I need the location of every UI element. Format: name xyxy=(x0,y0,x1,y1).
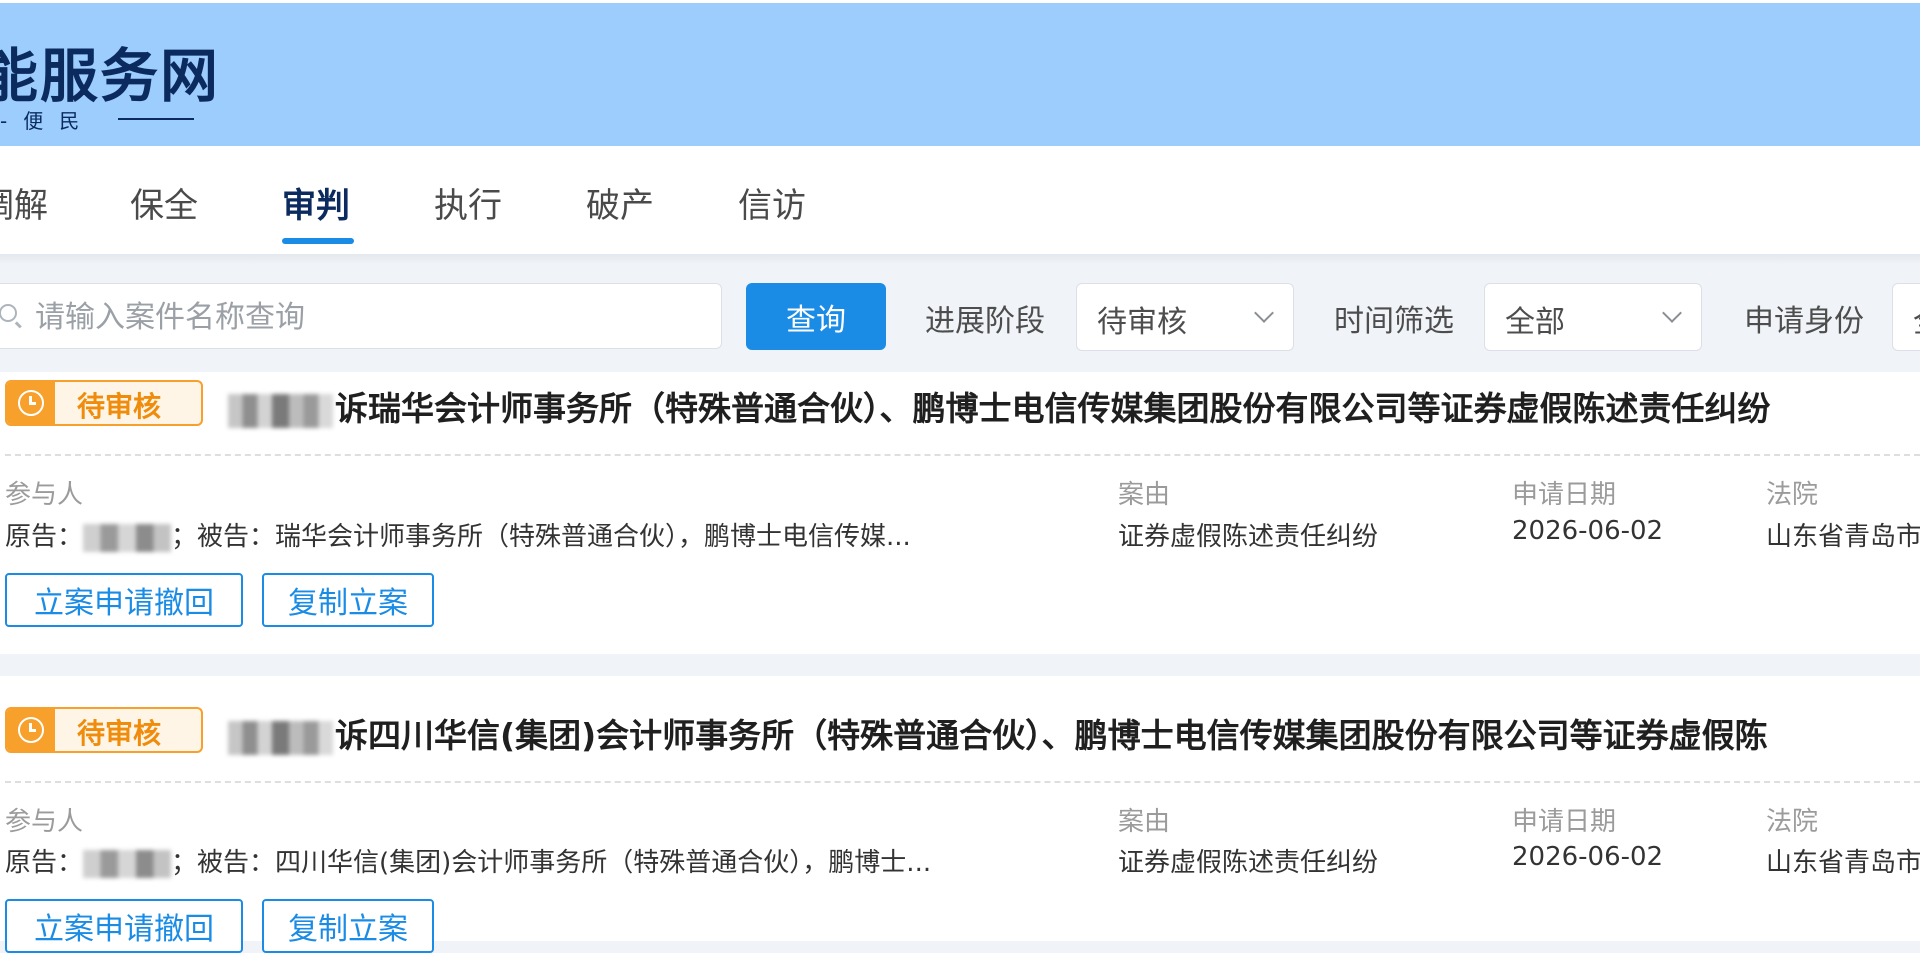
case-title-text: 诉四川华信(集团)会计师事务所（特殊普通合伙）、鹏博士电信传媒集团股份有限公司等… xyxy=(335,716,1768,755)
court-value: 山东省青岛市 xyxy=(1766,848,1920,878)
active-tab-indicator xyxy=(282,238,354,244)
tab-execution[interactable]: 执行 xyxy=(434,178,502,227)
clock-icon xyxy=(18,717,44,743)
status-badge-label: 待审核 xyxy=(77,717,162,750)
logo-subtitle-lead: - xyxy=(0,109,24,133)
copy-filing-button[interactable]: 复制立案 xyxy=(262,899,434,953)
participants-value: 原告： ；被告：瑞华会计师事务所（特殊普通合伙），鹏博士电信传媒... xyxy=(5,516,911,553)
copy-filing-button[interactable]: 复制立案 xyxy=(262,573,434,627)
cause-label: 案由 xyxy=(1118,480,1171,510)
withdraw-filing-button[interactable]: 立案申请撤回 xyxy=(5,899,243,953)
participants-value: 原告： ；被告：四川华信(集团)会计师事务所（特殊普通合伙），鹏博士... xyxy=(5,842,931,879)
redacted-plaintiff xyxy=(83,849,172,878)
defendant-text: ；被告：四川华信(集团)会计师事务所（特殊普通合伙），鹏博士... xyxy=(171,848,932,878)
court-label: 法院 xyxy=(1766,480,1819,510)
logo-subtitle: -便民 xyxy=(0,105,95,134)
identity-filter-label: 申请身份 xyxy=(1744,304,1864,339)
identity-select-value: 全 xyxy=(1913,297,1920,341)
cause-value: 证券虚假陈述责任纠纷 xyxy=(1118,522,1379,552)
stage-filter-label: 进展阶段 xyxy=(925,304,1045,339)
date-label: 申请日期 xyxy=(1512,807,1617,837)
search-box[interactable] xyxy=(0,283,722,349)
participants-label: 参与人 xyxy=(5,807,84,837)
main-nav: 调解 保全 审判 执行 破产 信访 xyxy=(0,146,1920,254)
status-badge-label: 待审核 xyxy=(77,390,162,423)
withdraw-filing-button[interactable]: 立案申请撤回 xyxy=(5,573,243,627)
chevron-down-icon xyxy=(1254,303,1274,323)
case-title[interactable]: 诉四川华信(集团)会计师事务所（特殊普通合伙）、鹏博士电信传媒集团股份有限公司等… xyxy=(228,709,1768,757)
query-button[interactable]: 查询 xyxy=(746,283,886,350)
redacted-name xyxy=(228,720,333,755)
court-label: 法院 xyxy=(1766,807,1819,837)
defendant-text: ；被告：瑞华会计师事务所（特殊普通合伙），鹏博士电信传媒... xyxy=(171,522,911,552)
time-filter-label: 时间筛选 xyxy=(1334,304,1454,339)
nav-shadow xyxy=(0,254,1920,264)
logo-title: 能服务网 xyxy=(0,42,221,110)
chevron-down-icon xyxy=(1662,303,1682,323)
redacted-name xyxy=(228,393,333,428)
tab-trial[interactable]: 审判 xyxy=(282,178,350,227)
case-title-text: 诉瑞华会计师事务所（特殊普通合伙）、鹏博士电信传媒集团股份有限公司等证券虚假陈述… xyxy=(335,389,1771,428)
stage-select[interactable]: 待审核 xyxy=(1076,283,1294,351)
badge-icon-box xyxy=(7,382,55,424)
search-icon xyxy=(0,304,17,322)
tab-petition[interactable]: 信访 xyxy=(738,178,806,227)
clock-icon xyxy=(18,390,44,416)
search-input[interactable] xyxy=(33,294,697,340)
redacted-plaintiff xyxy=(83,523,172,552)
status-badge: 待审核 xyxy=(5,707,203,753)
date-value: 2026-06-02 xyxy=(1512,516,1664,546)
time-select[interactable]: 全部 xyxy=(1484,283,1702,351)
cause-label: 案由 xyxy=(1118,807,1171,837)
stage-select-value: 待审核 xyxy=(1097,305,1187,340)
time-select-value: 全部 xyxy=(1505,305,1565,340)
divider xyxy=(5,454,1920,456)
cause-value: 证券虚假陈述责任纠纷 xyxy=(1118,848,1379,878)
case-title[interactable]: 诉瑞华会计师事务所（特殊普通合伙）、鹏博士电信传媒集团股份有限公司等证券虚假陈述… xyxy=(228,382,1771,430)
status-badge: 待审核 xyxy=(5,380,203,426)
date-value: 2026-06-02 xyxy=(1512,842,1664,872)
plaintiff-prefix: 原告： xyxy=(5,522,84,552)
participants-label: 参与人 xyxy=(5,480,84,510)
plaintiff-prefix: 原告： xyxy=(5,848,84,878)
identity-select[interactable]: 全 xyxy=(1892,283,1920,351)
logo-divider xyxy=(118,118,194,120)
badge-icon-box xyxy=(7,709,55,751)
court-value: 山东省青岛市 xyxy=(1766,522,1920,552)
date-label: 申请日期 xyxy=(1512,480,1617,510)
case-card: 待审核 诉四川华信(集团)会计师事务所（特殊普通合伙）、鹏博士电信传媒集团股份有… xyxy=(0,676,1920,953)
site-header: 能服务网 -便民 xyxy=(0,3,1920,146)
logo-subtitle-text: 便民 xyxy=(23,109,96,133)
tab-mediation[interactable]: 调解 xyxy=(0,178,48,227)
tab-bankruptcy[interactable]: 破产 xyxy=(586,178,654,227)
tab-preservation[interactable]: 保全 xyxy=(130,178,198,227)
case-card: 待审核 诉瑞华会计师事务所（特殊普通合伙）、鹏博士电信传媒集团股份有限公司等证券… xyxy=(0,372,1920,654)
divider xyxy=(5,781,1920,783)
